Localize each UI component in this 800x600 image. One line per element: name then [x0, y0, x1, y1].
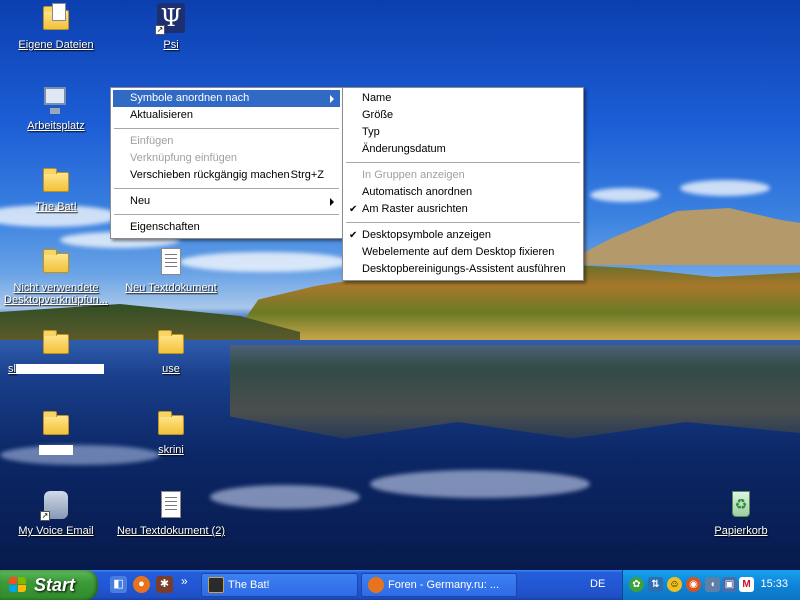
submenu-item-show-desktop-icons[interactable]: ✔ Desktopsymbole anzeigen [345, 227, 581, 244]
submenu-item-lock-web-items[interactable]: Webelemente auf dem Desktop fixieren [345, 244, 581, 261]
folder-icon [40, 327, 72, 359]
desktop-icon-skrini[interactable]: skrini [116, 408, 226, 456]
system-tray: ✿ ⇅ ☺ ◉ ◖ ▣ M 15:33 [622, 570, 800, 600]
menu-item-paste[interactable]: Einfügen [113, 133, 340, 150]
menu-separator [114, 214, 339, 215]
start-label: Start [34, 575, 76, 595]
recycle-bin-icon: ♻ [725, 489, 757, 521]
voice-email-icon: ↗ [40, 489, 72, 521]
my-computer-icon [40, 84, 72, 116]
menu-item-paste-shortcut[interactable]: Verknüpfung einfügen [113, 150, 340, 167]
menu-item-refresh[interactable]: Aktualisieren [113, 107, 340, 124]
folder-icon [155, 408, 187, 440]
monitor-icon[interactable]: ▣ [722, 577, 737, 592]
network-icon[interactable]: ⇅ [648, 577, 663, 592]
desktop-context-menu: Symbole anordnen nach Aktualisieren Einf… [110, 87, 343, 239]
my-documents-icon [40, 3, 72, 35]
submenu-item-auto-arrange[interactable]: Automatisch anordnen [345, 184, 581, 201]
desktop-icon-use[interactable]: use [116, 327, 226, 375]
menu-separator [346, 222, 580, 223]
folder-icon [40, 165, 72, 197]
taskbar: Start ◧ ● ✱ » The Bat! Foren - Germany.r… [0, 570, 800, 600]
shortcut-label: Strg+Z [290, 169, 324, 181]
checkmark-icon: ✔ [349, 204, 358, 215]
text-document-icon [155, 246, 187, 278]
desktop-icon-label: Arbeitsplatz [27, 120, 85, 132]
submenu-item-size[interactable]: Größe [345, 107, 581, 124]
firefox-icon[interactable]: ● [133, 576, 150, 593]
desktop-icon-label: Neu Textdokument [125, 282, 217, 294]
desktop-icon-label: skrini [158, 444, 184, 456]
desktop-icon-unused-shortcuts[interactable]: Nicht verwendete Desktopverknüpfun... [1, 246, 111, 306]
start-button[interactable]: Start [0, 570, 98, 600]
desktop-icon-eigene-dateien[interactable]: Eigene Dateien [1, 3, 111, 51]
arrange-icons-submenu: Name Größe Typ Änderungsdatum In Gruppen… [342, 87, 584, 281]
desktop-icon-neu-textdokument-2[interactable]: Neu Textdokument (2) [116, 489, 226, 537]
submenu-item-type[interactable]: Typ [345, 124, 581, 141]
desktop-icon-my-voice-email[interactable]: ↗ My Voice Email [1, 489, 111, 537]
desktop-icon-neu-textdokument[interactable]: Neu Textdokument [116, 246, 226, 294]
the-bat-icon [208, 577, 224, 593]
menu-separator [114, 188, 339, 189]
submenu-arrow-icon [330, 198, 334, 206]
desktop-icon-papierkorb[interactable]: ♻ Papierkorb [686, 489, 796, 537]
desktop-icon-label-line2: Desktopverknüpfun... [4, 294, 108, 306]
desktop-icon-label-line1: Nicht verwendete [13, 282, 99, 294]
folder-icon [40, 408, 72, 440]
menu-item-new[interactable]: Neu [113, 193, 340, 210]
submenu-item-modified[interactable]: Änderungsdatum [345, 141, 581, 158]
desktop-icon-the-bat[interactable]: The Bat! [1, 165, 111, 213]
clock[interactable]: 15:33 [760, 578, 788, 590]
desktop-icon-label: sl [8, 363, 16, 375]
desktop-icon-label: Papierkorb [714, 525, 768, 537]
desktop-icon-label: My Voice Email [18, 525, 94, 537]
desktop-icon-label: Eigene Dateien [18, 39, 94, 51]
desktop-icon-folder-sl[interactable]: sl [1, 327, 111, 375]
taskbar-button-label: Foren - Germany.ru: ... [388, 579, 500, 591]
folder-icon [155, 327, 187, 359]
menu-item-arrange-icons[interactable]: Symbole anordnen nach [113, 90, 340, 107]
text-document-icon [155, 489, 187, 521]
submenu-item-show-in-groups[interactable]: In Gruppen anzeigen [345, 167, 581, 184]
submenu-item-align-to-grid[interactable]: ✔ Am Raster ausrichten [345, 201, 581, 218]
desktop-icon-label: The Bat! [35, 201, 77, 213]
media-icon[interactable]: ✱ [156, 576, 173, 593]
desktop-icon-label: Neu Textdokument (2) [116, 525, 226, 537]
desktop-icon-label: Psi [163, 39, 179, 51]
menu-separator [346, 162, 580, 163]
taskbar-button-firefox[interactable]: Foren - Germany.ru: ... [361, 573, 517, 597]
desktop-icon-folder-redacted[interactable] [1, 408, 111, 456]
submenu-item-cleanup-wizard[interactable]: Desktopbereinigungs-Assistent ausführen [345, 261, 581, 278]
checkmark-icon: ✔ [349, 230, 358, 241]
windows-logo-icon [9, 577, 27, 593]
show-desktop-icon[interactable]: ◧ [110, 576, 127, 593]
smiley-icon[interactable]: ☺ [667, 577, 682, 592]
firefox-icon [368, 577, 384, 593]
folder-icon [40, 246, 72, 278]
speaker-icon[interactable]: ◖ [705, 577, 720, 592]
language-indicator[interactable]: DE [590, 578, 605, 590]
antivirus-icon[interactable]: ◉ [686, 577, 701, 592]
taskbar-button-the-bat[interactable]: The Bat! [201, 573, 358, 597]
m-icon[interactable]: M [739, 577, 754, 592]
submenu-arrow-icon [330, 95, 334, 103]
redacted-text [15, 364, 104, 375]
submenu-item-name[interactable]: Name [345, 90, 581, 107]
menu-item-undo-move[interactable]: Verschieben rückgängig machen Strg+Z [113, 167, 340, 184]
desktop-icon-label: use [162, 363, 180, 375]
desktop-icon-psi[interactable]: Ψ ↗ Psi [116, 3, 226, 51]
psi-icon: Ψ ↗ [155, 3, 187, 35]
desktop-icon-arbeitsplatz[interactable]: Arbeitsplatz [1, 84, 111, 132]
menu-item-properties[interactable]: Eigenschaften [113, 219, 340, 236]
icq-icon[interactable]: ✿ [629, 577, 644, 592]
redacted-text [39, 445, 73, 456]
quick-launch-more-icon[interactable]: » [181, 574, 188, 588]
taskbar-button-label: The Bat! [228, 579, 270, 591]
menu-separator [114, 128, 339, 129]
